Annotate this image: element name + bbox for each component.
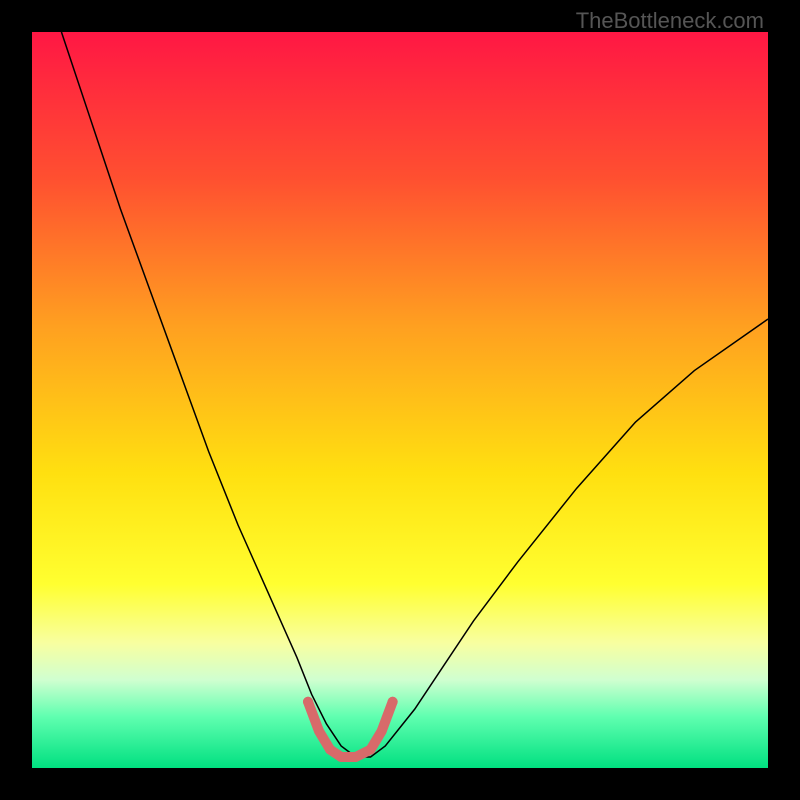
highlight-marker bbox=[325, 745, 335, 755]
chart-svg bbox=[32, 32, 768, 768]
watermark-label: TheBottleneck.com bbox=[576, 8, 764, 34]
gradient-background bbox=[32, 32, 768, 768]
highlight-marker bbox=[366, 745, 376, 755]
chart-container: TheBottleneck.com bbox=[0, 0, 800, 800]
highlight-marker bbox=[377, 726, 387, 736]
highlight-marker bbox=[336, 752, 346, 762]
highlight-marker bbox=[351, 752, 361, 762]
highlight-marker bbox=[303, 697, 313, 707]
plot-area bbox=[32, 32, 768, 768]
highlight-marker bbox=[388, 697, 398, 707]
